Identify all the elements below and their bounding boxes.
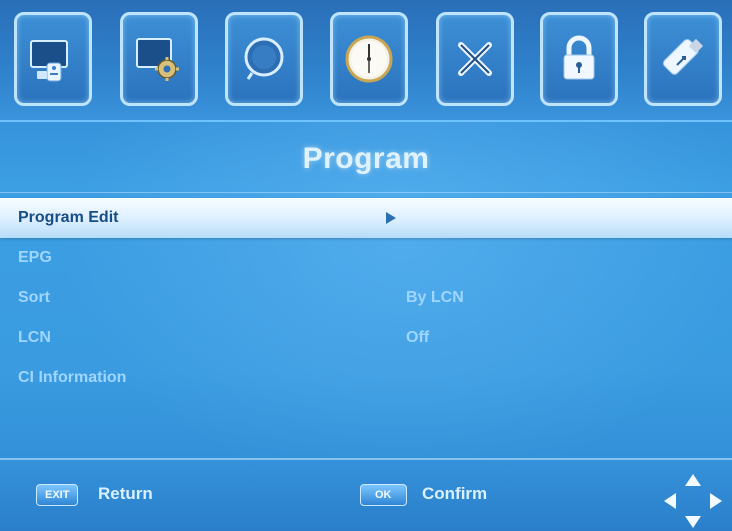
tv-remote-icon[interactable] xyxy=(14,12,92,106)
footer-bar: EXIT Return OK Confirm xyxy=(0,460,732,531)
lock-icon[interactable] xyxy=(540,12,618,106)
menu-item-value: By LCN xyxy=(406,289,464,306)
menu-item-lcn[interactable]: LCN Off xyxy=(0,318,732,358)
arrow-right-icon xyxy=(386,212,396,224)
search-icon[interactable] xyxy=(225,12,303,106)
confirm-label: Confirm xyxy=(422,484,488,503)
ok-key-icon[interactable]: OK xyxy=(360,484,407,506)
page-title: Program xyxy=(302,142,430,175)
menu-item-label: EPG xyxy=(18,249,52,266)
tools-icon[interactable] xyxy=(436,12,514,106)
dpad-navigation-icon xyxy=(664,474,722,528)
menu-item-label: Program Edit xyxy=(18,209,119,226)
menu-item-value: Off xyxy=(406,329,430,346)
menu-item-epg[interactable]: EPG xyxy=(0,238,732,278)
category-icon-bar xyxy=(0,0,732,122)
menu-item-program-edit[interactable]: Program Edit xyxy=(0,198,732,238)
menu-item-label: CI Information xyxy=(18,369,127,386)
exit-key-icon[interactable]: EXIT xyxy=(36,484,79,506)
return-label: Return xyxy=(98,484,153,503)
tv-menu-screen: Program Program Edit EPG Sort By LCN LCN… xyxy=(0,0,732,531)
title-divider xyxy=(0,192,732,193)
menu-item-sort[interactable]: Sort By LCN xyxy=(0,278,732,318)
menu-item-label: Sort xyxy=(18,289,50,306)
menu-item-label: LCN xyxy=(18,329,51,346)
clock-icon[interactable] xyxy=(330,12,408,106)
usb-icon[interactable] xyxy=(644,12,722,106)
display-settings-icon[interactable] xyxy=(120,12,198,106)
menu-item-ci-information[interactable]: CI Information xyxy=(0,358,732,398)
